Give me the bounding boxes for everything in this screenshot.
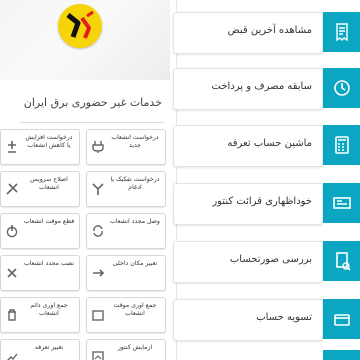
service-card-label: جمع آوری موقت انشعاب (113, 302, 157, 317)
service-card[interactable]: درخواست تفکیک یا ادغام (86, 171, 166, 207)
service-card-label: درخواست تفکیک یا ادغام (110, 176, 160, 191)
tariff-icon (5, 349, 19, 360)
service-card[interactable]: اصلاح سرویس انشعاب (0, 171, 80, 207)
service-card[interactable]: آزمایش کنتور (86, 339, 166, 360)
menu-item-label: تسویه حساب (256, 312, 312, 323)
move-icon (91, 265, 105, 279)
service-card[interactable]: قطع موقت انشعاب (0, 213, 80, 249)
service-card-label: درخواست انشعاب جدید (111, 134, 159, 149)
service-card-label: قطع موقت انشعاب (23, 218, 75, 225)
reconnect-icon (91, 223, 105, 237)
service-card[interactable]: درخواست انشعاب جدید (86, 129, 166, 165)
service-card[interactable]: تغییر تعرفه (0, 339, 80, 360)
menu-item-history[interactable]: سابقه مصرف و پرداخت (173, 68, 323, 110)
page-title: خدمات غیر حضوری برق ایران (23, 96, 162, 109)
menu-item-last-bill[interactable]: مشاهده آخرین قبض (173, 12, 323, 54)
meter-reading-icon (323, 183, 360, 223)
menu-item-bill-review[interactable]: بررسی صورتحساب (173, 241, 323, 283)
power-off-icon (5, 223, 19, 238)
service-card[interactable]: جمع آوری دائم انشعاب (0, 297, 80, 333)
menu-item-settlement[interactable]: تسویه حساب (173, 299, 323, 341)
service-card-label: تغییر مکان داخلی (112, 260, 158, 267)
merge-icon (91, 181, 105, 195)
service-card-label: تغییر تعرفه (34, 344, 64, 351)
bill-review-icon (323, 241, 360, 281)
menu-item-label: سابقه مصرف و پرداخت (211, 81, 312, 92)
reinstall-icon (5, 265, 19, 279)
app-logo (58, 4, 102, 48)
service-card-label: نصب مجدد انشعاب (23, 260, 75, 267)
meter-test-icon (91, 349, 105, 360)
menu-item-label: ماشین حساب تعرفه (227, 138, 312, 149)
services-panel: خدمات غیر حضوری برق ایران درخواست افزایش… (0, 0, 170, 360)
menu-item-label: خوداظهاری قرائت کنتور (212, 196, 312, 207)
service-card[interactable]: درخواست افزایش یا کاهش انشعاب (0, 129, 80, 165)
title-divider (20, 122, 164, 123)
box-icon (91, 307, 105, 321)
service-card-label: اصلاح سرویس انشعاب (30, 176, 68, 191)
service-card-label: آزمایش کنتور (117, 344, 153, 351)
service-card[interactable]: نصب مجدد انشعاب (0, 255, 80, 291)
menu-item-label: مشاهده آخرین قبض (227, 25, 312, 36)
service-card[interactable]: تغییر مکان داخلی (86, 255, 166, 291)
trash-icon (5, 307, 19, 321)
service-card-label: جمع آوری دائم انشعاب (30, 302, 68, 317)
calculator-icon (323, 125, 360, 165)
settlement-icon (323, 299, 360, 339)
plug-icon (91, 139, 105, 153)
menu-icon-partial (323, 350, 360, 360)
service-card[interactable]: وصل مجدد انشعاب (86, 213, 166, 249)
page-title-bar: خدمات غیر حضوری برق ایران (0, 90, 170, 116)
service-card-label: درخواست افزایش یا کاهش انشعاب (25, 134, 73, 149)
menu-item-self-reading[interactable]: خوداظهاری قرائت کنتور (173, 183, 323, 225)
logo-mark-icon (59, 5, 101, 47)
menu-item-calculator[interactable]: ماشین حساب تعرفه (173, 125, 323, 167)
service-card-label: وصل مجدد انشعاب (110, 218, 160, 225)
menu-item-label: بررسی صورتحساب (229, 254, 312, 265)
service-card[interactable]: جمع آوری موقت انشعاب (86, 297, 166, 333)
tools-icon (5, 181, 19, 195)
header-banner (0, 0, 170, 80)
app-screen: خدمات غیر حضوری برق ایران درخواست افزایش… (0, 0, 360, 360)
plus-minus-icon (5, 139, 19, 153)
history-icon (323, 68, 360, 108)
bill-icon (323, 12, 360, 52)
